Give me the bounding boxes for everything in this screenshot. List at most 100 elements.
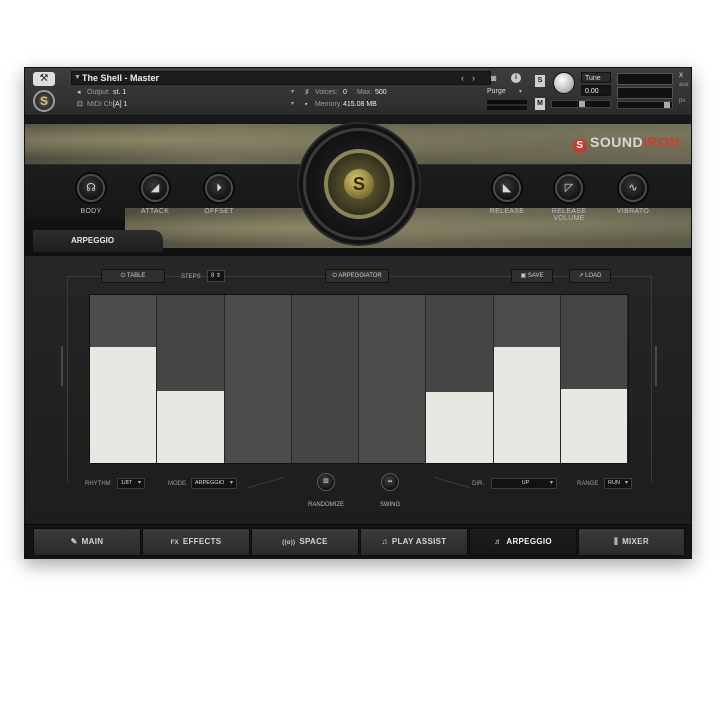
- tab-effects[interactable]: FX EFFECTS: [142, 528, 250, 556]
- body-icon[interactable]: ☊: [77, 174, 105, 202]
- solo-button[interactable]: S: [535, 75, 545, 87]
- arp-step-level: [493, 347, 560, 463]
- range-dropdown[interactable]: RUN ▾: [604, 478, 632, 489]
- mode-dropdown[interactable]: ARPEGGIO ▾: [191, 478, 237, 489]
- mixer-icon: ⫼: [614, 537, 619, 546]
- instrument-banner: S SOUNDIRON S ☊ BODY ◢ ATTACK ⏵ OFFSET ◣ …: [25, 116, 691, 256]
- swing-knob[interactable]: ▪▪: [381, 473, 399, 491]
- tab-label-effects: EFFECTS: [182, 537, 222, 546]
- aux-button[interactable]: aux: [679, 82, 689, 88]
- arp-step-8[interactable]: [560, 295, 628, 463]
- emblem-logo-icon: S: [344, 169, 374, 199]
- output-value[interactable]: st. 1: [113, 87, 126, 98]
- steps-field[interactable]: 8 ⇕: [207, 270, 225, 282]
- arp-step-level: [90, 347, 157, 463]
- sine-wave-icon[interactable]: ∿: [619, 174, 647, 202]
- rhythm-dropdown[interactable]: 1/8T ▾: [117, 478, 145, 489]
- tab-label-play-assist: PLAY ASSIST: [391, 537, 447, 546]
- arp-step-1[interactable]: [90, 295, 158, 463]
- range-label: RANGE: [577, 481, 599, 487]
- range-value: RUN: [608, 480, 620, 486]
- knob-label-offset: OFFSET: [204, 208, 234, 215]
- knob-offset[interactable]: ⏵ OFFSET: [189, 174, 249, 215]
- table-label: TABLE: [126, 273, 146, 279]
- step-table[interactable]: [89, 294, 629, 464]
- knob-release-volume[interactable]: ◸ RELEASE VOLUME: [539, 174, 599, 222]
- arp-step-level: [426, 392, 493, 463]
- panel-frame-right: [651, 276, 652, 482]
- randomize-label: RANDOMIZE: [308, 502, 344, 508]
- direction-value: UP: [521, 480, 530, 486]
- info-icon[interactable]: i: [511, 73, 521, 83]
- knob-release[interactable]: ◣ RELEASE: [477, 174, 537, 215]
- wrench-icon[interactable]: ⚒: [33, 72, 55, 86]
- arp-step-6[interactable]: [426, 295, 494, 463]
- arp-step-4[interactable]: [291, 295, 359, 463]
- tab-main[interactable]: ✎ MAIN: [33, 528, 141, 556]
- tune-value[interactable]: 0.00: [581, 85, 611, 96]
- mute-button[interactable]: M: [535, 98, 545, 110]
- tune-label: Tune: [581, 72, 611, 83]
- arp-step-3[interactable]: [224, 295, 292, 463]
- save-icon: ▣: [520, 273, 528, 279]
- chevron-down-icon[interactable]: ▼: [74, 72, 81, 84]
- volume-meter-bottom: [617, 87, 673, 99]
- tab-play-assist[interactable]: ♫ PLAY ASSIST: [360, 528, 468, 556]
- arpeggiator-toggle-button[interactable]: ⏻ ARPEGGIATOR: [325, 269, 389, 283]
- soundiron-logo-icon: S: [573, 139, 587, 153]
- table-toggle-button[interactable]: ⏻ TABLE: [101, 269, 165, 283]
- release-volume-icon[interactable]: ◸: [555, 174, 583, 202]
- tab-space[interactable]: ((o)) SPACE: [251, 528, 359, 556]
- fx-icon: FX: [170, 540, 179, 546]
- max-label: Max:: [357, 89, 373, 96]
- soundiron-logo-icon: S: [33, 90, 55, 112]
- volume-slider-thumb[interactable]: [664, 102, 670, 108]
- camera-icon[interactable]: ◙: [491, 73, 496, 83]
- tab-arpeggio[interactable]: ♬ ARPEGGIO: [469, 528, 577, 556]
- instrument-name-field[interactable]: ▼ The Shell - Master: [71, 71, 491, 85]
- tune-knob[interactable]: [553, 72, 575, 94]
- purge-button[interactable]: Purge: [487, 88, 506, 95]
- soundiron-brand: S SOUNDIRON: [573, 134, 680, 153]
- attack-ramp-icon[interactable]: ◢: [141, 174, 169, 202]
- emblem-ring: S: [324, 149, 394, 219]
- load-button[interactable]: ↗ LOAD: [569, 269, 611, 283]
- knob-body[interactable]: ☊ BODY: [61, 174, 121, 215]
- output-dropdown-icon[interactable]: ▾: [291, 87, 294, 98]
- close-icon[interactable]: x: [679, 70, 683, 79]
- midi-row: ⊡ MIDI Ch: [A] 1 ▾ ▪ Memory: 415.08 MB: [65, 99, 505, 110]
- chevron-down-icon: ▾: [137, 480, 141, 486]
- tab-mixer[interactable]: ⫼ MIXER: [578, 528, 685, 556]
- steps-label: STEPS: [181, 274, 201, 280]
- arp-step-2[interactable]: [157, 295, 225, 463]
- midi-value[interactable]: [A] 1: [113, 99, 127, 110]
- pan-slider-thumb[interactable]: [579, 101, 585, 107]
- space-icon: ((o)): [282, 540, 296, 546]
- arp-step-5[interactable]: [359, 295, 427, 463]
- kontakt-header: ⚒ S ▼ The Shell - Master ◂ Output: st. 1…: [25, 68, 691, 116]
- midi-icon: ⊡: [77, 101, 83, 108]
- release-ramp-icon[interactable]: ◣: [493, 174, 521, 202]
- arp-step-level: [157, 390, 224, 463]
- offset-icon[interactable]: ⏵: [205, 174, 233, 202]
- page-title: ARPEGGIO: [33, 230, 163, 252]
- knob-attack[interactable]: ◢ ATTACK: [125, 174, 185, 215]
- midi-dropdown-icon[interactable]: ▾: [291, 99, 294, 110]
- output-icon: ◂: [77, 89, 81, 96]
- tab-label-main: MAIN: [81, 537, 104, 546]
- knob-vibrato[interactable]: ∿ VIBRATO: [603, 174, 663, 215]
- tab-label-arpeggio: ARPEGGIO: [506, 537, 552, 546]
- save-button[interactable]: ▣ SAVE: [511, 269, 553, 283]
- randomize-knob[interactable]: ⚄: [317, 473, 335, 491]
- arp-step-7[interactable]: [493, 295, 561, 463]
- prev-next-icon[interactable]: ‹›: [461, 73, 483, 83]
- brand-name-sound: SOUND: [590, 134, 644, 150]
- pv-button[interactable]: pv: [679, 98, 685, 104]
- pan-slider[interactable]: [551, 100, 611, 108]
- memory-label: Memory:: [315, 101, 343, 108]
- max-value[interactable]: 500: [375, 87, 387, 98]
- direction-dropdown[interactable]: UP ▾: [491, 478, 557, 489]
- level-meter-left: [487, 100, 527, 104]
- volume-slider[interactable]: [617, 101, 673, 109]
- purge-dropdown-icon[interactable]: ▾: [519, 88, 522, 95]
